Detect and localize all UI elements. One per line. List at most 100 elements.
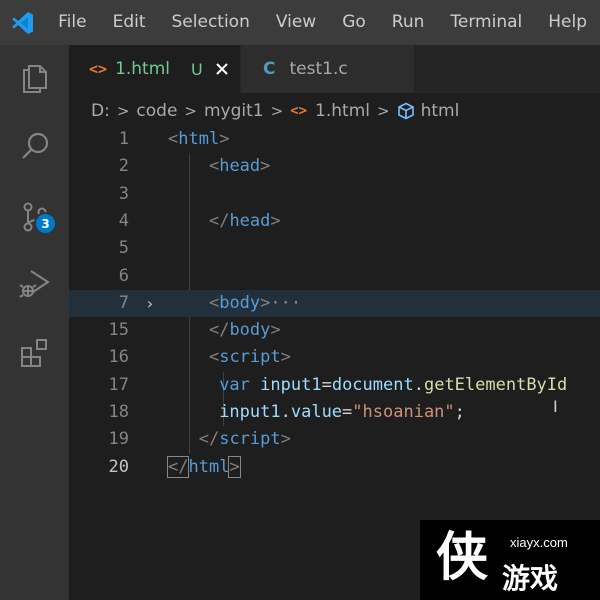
code-text: </html> [166,454,241,481]
line-number: 2 [118,156,129,177]
watermark-text: 游戏 [502,562,559,595]
code-text: <script> [168,344,291,371]
code-token: body [229,320,271,341]
code-line[interactable]: 2 <head> [69,153,600,180]
code-token: document [331,374,414,395]
code-token: </ [208,210,230,231]
code-text: </body> [168,317,281,344]
code-token: "hsoanian" [352,402,455,422]
code-token: > [280,347,291,368]
code-text: <html> [168,126,229,153]
text-cursor-icon: I [553,397,558,416]
watermark-logo: 侠 [436,528,489,588]
code-token: > [260,156,271,177]
c-file-icon: C [263,59,276,79]
code-line[interactable]: 6 [69,263,600,290]
breadcrumb-separator: > [116,101,130,120]
code-token: < [168,129,179,149]
line-number: 16 [108,347,129,368]
code-token: value [290,402,343,422]
code-line[interactable]: 7 › <body>··· [69,289,600,317]
close-icon[interactable] [215,62,229,76]
code-line[interactable]: 4 </head> [69,208,600,235]
code-token: html [178,129,220,149]
code-token: input1 [260,374,322,395]
code-token: body [219,292,261,313]
line-number: 7 [118,292,129,313]
line-number: 3 [118,183,129,204]
folded-region-indicator[interactable]: ··· [270,293,301,313]
code-token: > [219,129,230,149]
source-control-icon[interactable]: 3 [0,185,69,249]
code-line[interactable]: 17 var input1=document.getElementById [69,372,600,399]
code-text: <head> [168,153,270,180]
code-line[interactable]: 1 <html> [69,126,600,153]
breadcrumb: D: > code > mygit1 > <> 1.html > html [69,93,600,128]
code-line[interactable]: 20 </html> [69,454,600,481]
code-text: var input1=document.getElementById [168,372,567,399]
code-text: <body>··· [168,290,301,317]
breadcrumb-drive[interactable]: D: [91,101,110,121]
code-token: = [342,402,353,422]
menu-file[interactable]: File [44,0,99,45]
code-text: </head> [168,208,281,235]
code-text: </script> [168,426,291,453]
menu-help[interactable]: Help [535,0,600,45]
code-token: </ [208,320,230,341]
code-line[interactable]: 15 </body> [69,317,600,344]
code-line[interactable]: 5 [69,235,600,262]
tab-test1-c[interactable]: C test1.c [241,45,414,93]
breadcrumb-separator: > [377,101,390,120]
run-debug-icon[interactable] [0,251,69,315]
html-file-icon: <> [89,60,108,78]
code-token: > [260,292,271,313]
breadcrumb-symbol[interactable]: html [421,101,460,121]
code-token: > [270,210,281,231]
line-number: 1 [118,129,129,149]
code-token: < [208,156,220,177]
line-number: 6 [118,265,129,286]
code-line[interactable]: 19 </script> [69,426,600,453]
breadcrumb-file[interactable]: 1.html [315,101,370,121]
code-token: var [219,374,250,395]
code-token: script [219,347,281,368]
code-token: </ [166,455,190,478]
code-token: < [208,292,220,313]
menu-run[interactable]: Run [379,0,438,45]
html-file-icon: <> [290,102,308,119]
watermark: 侠 xiayx.com 游戏 [420,520,600,600]
vscode-logo-icon [0,0,44,45]
tab-label: test1.c [289,59,348,79]
tab-1-html[interactable]: <> 1.html U [69,45,240,93]
breadcrumb-separator: > [184,101,197,120]
explorer-icon[interactable] [0,45,69,109]
line-number: 15 [108,320,129,341]
menu-edit[interactable]: Edit [100,0,159,45]
code-line[interactable]: 18 input1.value="hsoanian"; [69,399,600,426]
code-token: . [280,402,291,422]
menu-view[interactable]: View [263,0,329,45]
code-token: html [188,456,230,477]
search-icon[interactable] [0,115,69,179]
code-token: > [270,320,281,341]
breadcrumb-folder-code[interactable]: code [136,101,177,121]
line-number: 17 [108,374,129,395]
menu-selection[interactable]: Selection [159,0,263,45]
untracked-status: U [191,59,203,79]
breadcrumb-folder-mygit1[interactable]: mygit1 [204,101,264,121]
code-token: input1 [219,402,281,422]
menu-go[interactable]: Go [329,0,379,45]
code-line[interactable]: 16 <script> [69,344,600,371]
code-line[interactable]: 3 [69,181,600,208]
fold-chevron-icon[interactable]: › [145,290,155,317]
menu-bar: File Edit Selection View Go Run Terminal… [0,0,600,45]
menu-terminal[interactable]: Terminal [437,0,535,45]
extensions-icon[interactable] [0,321,69,385]
activity-bar: 3 [0,45,69,600]
editor-tab-bar: <> 1.html U C test1.c [69,45,600,93]
